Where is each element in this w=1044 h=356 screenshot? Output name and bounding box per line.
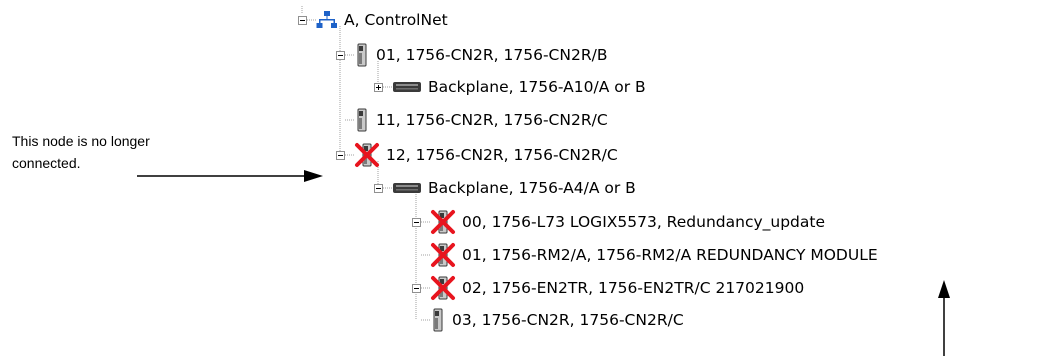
collapse-toggle-icon[interactable] [297,15,307,25]
tree-node-label[interactable]: 02, 1756-EN2TR, 1756-EN2TR/C 217021900 [462,278,804,298]
backplane-icon [392,180,422,200]
annotation-text: This node is no longer connected. [12,130,202,174]
tree-node-label[interactable]: A, ControlNet [344,10,448,30]
tree-node-label[interactable]: 03, 1756-CN2R, 1756-CN2R/C [452,310,684,330]
module-icon [354,43,370,71]
collapse-toggle-icon[interactable] [335,150,345,160]
tree-node-label[interactable]: Backplane, 1756-A4/A or B [428,178,636,198]
tree-view-panel: A, ControlNet 01, 1756-CN2R, 1756-CN2R/B… [0,0,1044,356]
io-configuration-tree: A, ControlNet 01, 1756-CN2R, 1756-CN2R/B… [0,0,1044,356]
faulted-module-icon [430,209,456,235]
tree-node-label[interactable]: 01, 1756-RM2/A, 1756-RM2/A REDUNDANCY MO… [462,245,878,265]
annotation-label: This node is no longer connected. [12,133,150,171]
tree-node-label[interactable]: 01, 1756-CN2R, 1756-CN2R/B [376,45,607,65]
faulted-module-icon [430,275,456,301]
expand-toggle-icon[interactable] [373,82,383,92]
module-icon [430,308,446,336]
collapse-toggle-icon[interactable] [411,217,421,227]
tree-node-label[interactable]: Backplane, 1756-A10/A or B [428,77,646,97]
backplane-icon [392,79,422,99]
network-icon [316,10,338,34]
faulted-module-icon [430,242,456,268]
tree-node-label[interactable]: 00, 1756-L73 LOGIX5573, Redundancy_updat… [462,212,825,232]
faulted-module-icon [354,142,380,168]
collapse-toggle-icon[interactable] [373,183,383,193]
module-icon [354,108,370,136]
collapse-toggle-icon[interactable] [411,283,421,293]
tree-node-label[interactable]: 12, 1756-CN2R, 1756-CN2R/C [386,145,618,165]
collapse-toggle-icon[interactable] [335,50,345,60]
tree-node-label[interactable]: 11, 1756-CN2R, 1756-CN2R/C [376,110,608,130]
